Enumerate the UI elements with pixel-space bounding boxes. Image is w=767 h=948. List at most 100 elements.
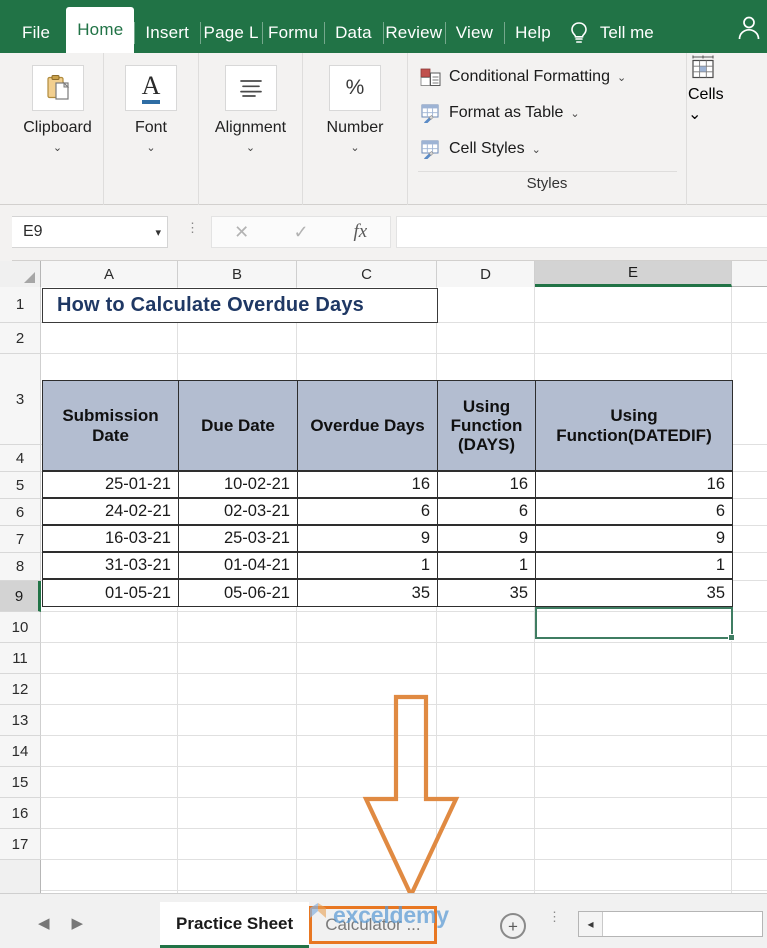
formula-input[interactable]	[396, 216, 767, 248]
ribbon-group-number[interactable]: % Number ⌄	[303, 53, 408, 205]
table-cell-due-date[interactable]: 10-02-21	[178, 471, 298, 498]
ribbon-group-cells[interactable]: Cells ⌄	[688, 53, 767, 205]
row-header-8[interactable]: 8	[0, 553, 41, 581]
row-header-5[interactable]: 5	[0, 472, 41, 499]
sheet-title-cell[interactable]: How to Calculate Overdue Days	[42, 288, 438, 323]
chevron-down-icon[interactable]: ⌄	[617, 71, 626, 84]
clipboard-icon[interactable]	[31, 65, 84, 111]
table-cell-datedif-fn[interactable]: 9	[535, 525, 733, 552]
table-header-due-date[interactable]: Due Date	[178, 380, 298, 471]
chevron-down-icon[interactable]: ⌄	[303, 143, 407, 154]
table-cell-submission-date[interactable]: 25-01-21	[42, 471, 179, 498]
fill-handle[interactable]	[728, 634, 735, 641]
tell-me-group[interactable]: Tell me	[566, 13, 654, 53]
table-cell-submission-date[interactable]: 16-03-21	[42, 525, 179, 552]
row-header-9[interactable]: 9	[0, 581, 41, 612]
select-all-corner[interactable]	[0, 261, 41, 287]
formula-bar-grip[interactable]: ⋮	[186, 221, 199, 241]
row-header-2[interactable]: 2	[0, 323, 41, 354]
table-cell-submission-date[interactable]: 01-05-21	[42, 579, 179, 607]
percent-icon[interactable]: %	[329, 65, 381, 111]
table-cell-datedif-fn[interactable]: 35	[535, 579, 733, 607]
row-header-17[interactable]: 17	[0, 829, 41, 860]
chevron-down-icon[interactable]: ⌄	[12, 143, 103, 154]
table-cell-days-fn[interactable]: 9	[437, 525, 536, 552]
scroll-left-icon[interactable]: ◂	[579, 912, 603, 936]
column-header-c[interactable]: C	[297, 261, 437, 287]
row-header-15[interactable]: 15	[0, 767, 41, 798]
table-cell-due-date[interactable]: 05-06-21	[178, 579, 298, 607]
sheet-nav-next-icon[interactable]: ▶	[72, 914, 84, 932]
table-cell-overdue-days[interactable]: 35	[297, 579, 438, 607]
chevron-down-icon[interactable]: ⌄	[532, 143, 541, 156]
ribbon-tab-data[interactable]: Data	[324, 13, 383, 53]
table-cell-overdue-days[interactable]: 6	[297, 498, 438, 525]
ribbon-tab-insert[interactable]: Insert	[134, 13, 200, 53]
ribbon-group-alignment[interactable]: Alignment ⌄	[199, 53, 303, 205]
table-header-using-datedif[interactable]: Using Function(DATEDIF)	[535, 380, 733, 471]
sheet-tab-calculator[interactable]: Calculator ...	[309, 902, 437, 948]
confirm-check-icon[interactable]: ✓	[271, 217, 330, 247]
table-header-overdue-days[interactable]: Overdue Days	[297, 380, 438, 471]
sheet-overflow-menu[interactable]: ⋮	[548, 910, 561, 923]
ribbon-tab-formulas[interactable]: Formu	[262, 13, 324, 53]
chevron-down-icon[interactable]: ⌄	[104, 143, 198, 154]
column-header-b[interactable]: B	[178, 261, 297, 287]
table-cell-overdue-days[interactable]: 9	[297, 525, 438, 552]
ribbon-tab-home[interactable]: Home	[66, 7, 135, 53]
row-header-10[interactable]: 10	[0, 612, 41, 643]
name-box[interactable]: E9 ▾	[11, 216, 168, 248]
table-cell-days-fn[interactable]: 6	[437, 498, 536, 525]
ribbon-tab-review[interactable]: Review	[382, 13, 445, 53]
conditional-formatting-button[interactable]: Conditional Formatting ⌄	[420, 65, 626, 89]
font-A-icon[interactable]: A	[125, 65, 177, 111]
sheet-nav-prev-icon[interactable]: ◀	[38, 914, 50, 932]
ribbon-tab-file[interactable]: File	[0, 13, 66, 53]
table-cell-due-date[interactable]: 02-03-21	[178, 498, 298, 525]
ribbon-group-clipboard[interactable]: Clipboard ⌄	[12, 53, 104, 205]
table-cell-due-date[interactable]: 01-04-21	[178, 552, 298, 579]
row-header-3[interactable]: 3	[0, 354, 41, 445]
table-cell-days-fn[interactable]: 16	[437, 471, 536, 498]
ribbon-tab-help[interactable]: Help	[504, 13, 562, 53]
sheet-tab-practice-sheet[interactable]: Practice Sheet	[160, 902, 310, 948]
table-cell-submission-date[interactable]: 24-02-21	[42, 498, 179, 525]
chevron-down-icon[interactable]: ⌄	[199, 143, 302, 154]
row-header-6[interactable]: 6	[0, 499, 41, 526]
table-cell-days-fn[interactable]: 1	[437, 552, 536, 579]
table-header-using-days[interactable]: Using Function (DAYS)	[437, 380, 536, 471]
table-cell-due-date[interactable]: 25-03-21	[178, 525, 298, 552]
table-cell-overdue-days[interactable]: 1	[297, 552, 438, 579]
column-header-e[interactable]: E	[535, 261, 732, 287]
ribbon-group-font[interactable]: A Font ⌄	[104, 53, 199, 205]
column-header-a[interactable]: A	[41, 261, 178, 287]
row-header-7[interactable]: 7	[0, 526, 41, 553]
row-header-16[interactable]: 16	[0, 798, 41, 829]
row-header-14[interactable]: 14	[0, 736, 41, 767]
table-cell-overdue-days[interactable]: 16	[297, 471, 438, 498]
row-header-4[interactable]: 4	[0, 445, 41, 472]
row-header-12[interactable]: 12	[0, 674, 41, 705]
row-header-1[interactable]: 1	[0, 287, 41, 323]
chevron-down-icon[interactable]: ⌄	[688, 104, 767, 124]
cell-styles-button[interactable]: Cell Styles ⌄	[420, 137, 541, 161]
column-header-d[interactable]: D	[437, 261, 535, 287]
row-header-11[interactable]: 11	[0, 643, 41, 674]
format-as-table-button[interactable]: Format as Table ⌄	[420, 101, 580, 125]
table-cell-datedif-fn[interactable]: 16	[535, 471, 733, 498]
table-header-submission-date[interactable]: Submission Date	[42, 380, 179, 471]
table-cell-days-fn[interactable]: 35	[437, 579, 536, 607]
chevron-down-icon[interactable]: ▾	[155, 226, 161, 239]
chevron-down-icon[interactable]: ⌄	[570, 107, 579, 120]
add-sheet-button[interactable]: +	[500, 913, 526, 939]
scroll-track[interactable]	[603, 912, 762, 936]
ribbon-tab-view[interactable]: View	[444, 13, 504, 53]
table-cell-datedif-fn[interactable]: 6	[535, 498, 733, 525]
insert-function-icon[interactable]: fx	[331, 217, 390, 247]
cancel-icon[interactable]: ✕	[212, 217, 271, 247]
horizontal-scrollbar[interactable]: ◂	[578, 911, 763, 937]
person-account-icon[interactable]	[735, 13, 763, 41]
table-cell-submission-date[interactable]: 31-03-21	[42, 552, 179, 579]
alignment-lines-icon[interactable]	[224, 65, 277, 111]
table-cell-datedif-fn[interactable]: 1	[535, 552, 733, 579]
